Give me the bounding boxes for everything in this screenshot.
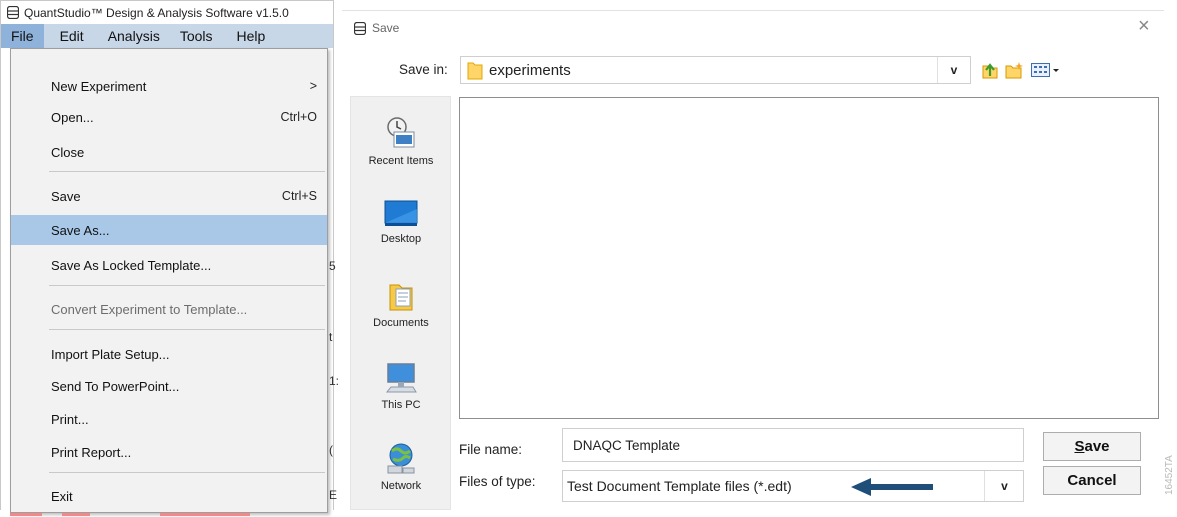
- menu-bar: File Edit Analysis Tools Help: [0, 24, 334, 48]
- app-logo-icon: [7, 6, 19, 19]
- app-title: QuantStudio™ Design & Analysis Software …: [24, 5, 289, 20]
- place-recent-items[interactable]: Recent Items: [351, 115, 451, 167]
- pointer-arrow-icon: [849, 477, 935, 502]
- app-logo-icon: [354, 21, 366, 35]
- place-documents[interactable]: Documents: [351, 279, 451, 329]
- desktop-icon: [384, 200, 418, 226]
- menu-analysis[interactable]: Analysis: [94, 24, 170, 48]
- view-menu-icon[interactable]: [1030, 60, 1062, 80]
- menu-item-import-plate-setup[interactable]: Import Plate Setup...: [11, 339, 327, 369]
- files-of-type-label: Files of type:: [459, 474, 536, 489]
- menu-item-label: Save As...: [51, 222, 110, 238]
- menu-help[interactable]: Help: [223, 24, 276, 48]
- dialog-title-bar: Save: [354, 21, 399, 35]
- menu-separator: [49, 171, 325, 172]
- save-in-label: Save in:: [399, 62, 448, 77]
- chevron-down-icon[interactable]: v: [984, 471, 1024, 501]
- place-label: Network: [380, 480, 422, 492]
- menu-tools[interactable]: Tools: [170, 24, 223, 48]
- place-label: This PC: [381, 399, 421, 411]
- menu-item-label: Save As Locked Template...: [51, 257, 212, 273]
- menu-item-shortcut: Ctrl+S: [281, 189, 317, 203]
- save-button[interactable]: Save: [1043, 432, 1141, 461]
- file-name-label: File name:: [459, 442, 523, 457]
- annotation-mark: [10, 513, 42, 516]
- app-title-bar: QuantStudio™ Design & Analysis Software …: [0, 0, 334, 24]
- annotation-mark: [160, 513, 250, 516]
- dialog-title: Save: [372, 21, 400, 35]
- submenu-arrow-icon: >: [309, 79, 317, 93]
- place-this-pc[interactable]: This PC: [351, 361, 451, 411]
- file-name-input[interactable]: DNAQC Template: [562, 428, 1024, 462]
- background-fragment: 1:: [329, 374, 340, 388]
- menu-item-label: Open...: [51, 109, 94, 125]
- this-pc-icon: [385, 363, 417, 393]
- menu-item-label: Save: [51, 188, 81, 204]
- new-folder-icon[interactable]: [1004, 60, 1026, 80]
- file-name-value: DNAQC Template: [573, 437, 681, 453]
- chevron-down-icon[interactable]: v: [937, 57, 970, 83]
- menu-item-label: Send To PowerPoint...: [51, 378, 180, 394]
- menu-item-label: Print...: [51, 411, 89, 427]
- background-fragment: (: [329, 443, 333, 457]
- menu-file[interactable]: File: [1, 24, 44, 48]
- menu-item-label: Close: [51, 144, 85, 160]
- documents-icon: [389, 284, 413, 311]
- place-desktop[interactable]: Desktop: [351, 199, 451, 245]
- menu-item-open[interactable]: Open... Ctrl+O: [11, 102, 327, 132]
- save-in-select[interactable]: experiments: [460, 56, 971, 84]
- menu-item-save-as-locked-template[interactable]: Save As Locked Template...: [11, 250, 327, 280]
- save-button-mnemonic: S: [1074, 438, 1085, 455]
- save-in-value: experiments: [489, 61, 571, 79]
- place-label: Desktop: [380, 233, 422, 245]
- figure-code: 16452TA: [1164, 455, 1175, 495]
- menu-item-print-report[interactable]: Print Report...: [11, 437, 327, 467]
- files-of-type-select[interactable]: Test Document Template files (*.edt): [562, 470, 1024, 502]
- menu-separator: [49, 285, 325, 286]
- menu-item-save-as[interactable]: Save As...: [11, 215, 327, 245]
- dialog-top-border: [342, 10, 1164, 11]
- menu-item-close[interactable]: Close: [11, 137, 327, 167]
- menu-edit[interactable]: Edit: [44, 24, 94, 48]
- menu-item-label: Exit: [51, 488, 73, 504]
- background-fragment: 5: [329, 259, 336, 273]
- menu-item-save[interactable]: Save Ctrl+S: [11, 181, 327, 211]
- menu-separator: [49, 329, 325, 330]
- menu-item-shortcut: Ctrl+O: [280, 110, 317, 124]
- menu-item-label: Import Plate Setup...: [51, 346, 170, 362]
- place-label: Documents: [373, 317, 429, 329]
- app-window: QuantStudio™ Design & Analysis Software …: [0, 0, 339, 517]
- menu-item-label: New Experiment: [51, 78, 147, 94]
- menu-separator: [49, 472, 325, 473]
- up-one-level-icon[interactable]: [980, 60, 1000, 80]
- places-sidebar: Recent Items Desktop Documents This PC N…: [350, 96, 451, 510]
- menu-item-convert-experiment-to-template: Convert Experiment to Template...: [11, 294, 327, 324]
- place-network[interactable]: Network: [351, 440, 451, 492]
- menu-item-send-to-powerpoint[interactable]: Send To PowerPoint...: [11, 371, 327, 401]
- recent-items-icon: [387, 117, 415, 148]
- save-button-label: ave: [1084, 438, 1110, 455]
- background-fragment: E: [329, 488, 338, 502]
- close-icon[interactable]: ×: [1138, 16, 1150, 36]
- menu-item-print[interactable]: Print...: [11, 404, 327, 434]
- menu-item-new-experiment[interactable]: New Experiment >: [11, 71, 327, 101]
- cancel-button[interactable]: Cancel: [1043, 466, 1141, 495]
- folder-icon: [467, 60, 483, 80]
- menu-item-exit[interactable]: Exit: [11, 481, 327, 511]
- background-fragment: t: [329, 330, 333, 344]
- menu-item-label: Convert Experiment to Template...: [51, 301, 248, 317]
- files-of-type-value: Test Document Template files (*.edt): [567, 478, 792, 494]
- network-icon: [387, 443, 415, 474]
- menu-item-label: Print Report...: [51, 444, 132, 460]
- annotation-mark: [62, 513, 90, 516]
- save-dialog: Save × Save in: experiments v Recent Ite…: [342, 10, 1164, 510]
- file-list-pane[interactable]: [459, 97, 1159, 419]
- file-menu-dropdown: New Experiment > Open... Ctrl+O Close Sa…: [10, 48, 328, 513]
- place-label: Recent Items: [368, 155, 434, 167]
